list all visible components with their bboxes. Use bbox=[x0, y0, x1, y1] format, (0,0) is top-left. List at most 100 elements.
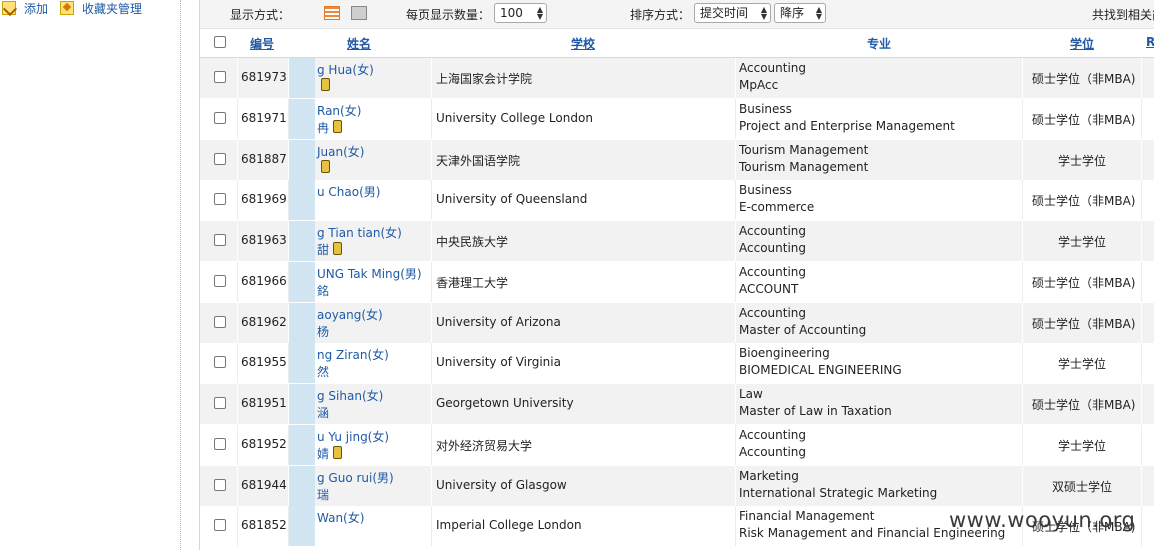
major-field: Accounting bbox=[739, 224, 807, 238]
major-program: International Strategic Marketing bbox=[739, 485, 938, 500]
applicant-name-link[interactable]: u Chao(男) bbox=[317, 183, 380, 200]
major-field: Accounting bbox=[739, 61, 807, 75]
row-id: 681952 bbox=[241, 436, 287, 451]
applicant-name-link[interactable]: UNG Tak Ming(男) bbox=[317, 265, 422, 282]
applicant-name-en: Juan(女) bbox=[317, 144, 365, 159]
add-link[interactable]: 添加 bbox=[2, 0, 48, 16]
per-page-select[interactable]: 100 ▲ ▼ bbox=[494, 3, 547, 23]
table-row[interactable]: 681951 g Sihan(女) 涵 Georgetown University La… bbox=[200, 384, 1154, 425]
column-divider bbox=[237, 261, 238, 302]
column-header-degree[interactable]: 学位 bbox=[1070, 35, 1094, 52]
list-view-icon[interactable] bbox=[324, 6, 340, 20]
degree-type: 学士学位 bbox=[1057, 153, 1106, 168]
row-checkbox[interactable] bbox=[214, 234, 226, 246]
major-program: Tourism Management bbox=[739, 159, 869, 174]
row-checkbox[interactable] bbox=[214, 111, 226, 124]
applicant-name-en: u Chao(男) bbox=[317, 185, 381, 200]
privacy-blur-mask bbox=[289, 424, 315, 465]
applicant-name-zh-line[interactable] bbox=[317, 159, 330, 175]
attachment-icon[interactable] bbox=[333, 119, 343, 133]
applicant-name-link[interactable]: Ran(女) bbox=[317, 102, 361, 119]
table-row[interactable]: 681887 Juan(女) 天津外国语学院 Tourism Management To… bbox=[200, 139, 1154, 181]
column-header-extra[interactable]: R bbox=[1146, 35, 1154, 49]
add-icon bbox=[2, 1, 16, 15]
applicant-name-zh-line[interactable]: 銘 bbox=[317, 282, 329, 299]
privacy-blur-mask bbox=[289, 302, 315, 343]
column-divider bbox=[1141, 506, 1142, 547]
row-id: 681969 bbox=[241, 192, 287, 207]
column-divider bbox=[431, 139, 432, 180]
attachment-icon[interactable] bbox=[333, 242, 343, 255]
applicant-name-link[interactable]: g Hua(女) bbox=[317, 61, 374, 78]
privacy-blur-mask bbox=[289, 384, 315, 424]
sidebar: 添加 收藏夹管理 bbox=[0, 0, 181, 550]
applicant-name-link[interactable]: u Yu jing(女) bbox=[317, 428, 389, 445]
row-checkbox[interactable] bbox=[214, 193, 226, 206]
sort-order-select[interactable]: 降序 ▲ ▼ bbox=[774, 3, 826, 23]
row-checkbox[interactable] bbox=[214, 71, 226, 83]
table-row[interactable]: 681944 g Guo rui(男) 瑞 University of Glasgow… bbox=[200, 465, 1154, 507]
applicant-name-link[interactable]: Juan(女) bbox=[317, 143, 364, 160]
sort-field-select[interactable]: 提交时间 ▲ ▼ bbox=[694, 3, 771, 23]
row-checkbox[interactable] bbox=[214, 356, 226, 369]
applicant-name-zh-line[interactable] bbox=[317, 78, 330, 93]
applicant-name-zh-line[interactable]: 涵 bbox=[317, 404, 329, 421]
sort-field-value: 提交时间 bbox=[700, 6, 749, 20]
applicant-name-zh-line[interactable]: 杨 bbox=[317, 323, 329, 340]
column-header-school[interactable]: 学校 bbox=[571, 35, 595, 52]
column-divider bbox=[1022, 221, 1023, 261]
applicant-name-link[interactable]: g Tian tian(女) bbox=[317, 224, 402, 241]
attachment-icon[interactable] bbox=[321, 78, 330, 91]
degree-type: 硕士学位（非MBA) bbox=[1032, 316, 1136, 331]
major-field: Law bbox=[739, 387, 763, 401]
major-program: Master of Accounting bbox=[739, 322, 867, 337]
school-name: 天津外国语学院 bbox=[436, 153, 521, 168]
column-divider bbox=[237, 424, 238, 465]
table-row[interactable]: 681969 u Chao(男) University of Queensland B… bbox=[200, 180, 1154, 222]
row-checkbox[interactable] bbox=[214, 437, 226, 450]
applicant-name-link[interactable]: g Sihan(女) bbox=[317, 387, 383, 404]
applicant-name-en: g Tian tian(女) bbox=[317, 226, 402, 240]
row-checkbox[interactable] bbox=[214, 519, 226, 532]
row-checkbox[interactable] bbox=[214, 397, 226, 409]
table-row[interactable]: 681955 ng Ziran(女) 然 University of Virginia… bbox=[200, 343, 1154, 385]
table-row[interactable]: 681971 Ran(女) 冉 University College London Bu… bbox=[200, 98, 1154, 140]
column-divider bbox=[1022, 424, 1023, 465]
applicant-name-link[interactable]: g Guo rui(男) bbox=[317, 469, 394, 486]
applicant-name-zh-line[interactable]: 瑞 bbox=[317, 486, 329, 503]
table-row[interactable]: 681952 u Yu jing(女) 婧 对外经济贸易大学 Accounting Acc… bbox=[200, 424, 1154, 466]
column-divider bbox=[735, 506, 736, 547]
applicant-name-link[interactable]: ng Ziran(女) bbox=[317, 346, 389, 363]
applicant-name-zh-line[interactable]: 婧 bbox=[317, 445, 343, 462]
results-count-label: 共找到相关简 bbox=[1092, 8, 1154, 22]
degree-type: 学士学位 bbox=[1057, 438, 1106, 453]
table-row[interactable]: 681962 aoyang(女) 杨 University of Arizona Acc… bbox=[200, 302, 1154, 344]
attachment-icon[interactable] bbox=[321, 159, 330, 173]
row-checkbox[interactable] bbox=[214, 478, 226, 491]
column-divider bbox=[431, 384, 432, 424]
row-checkbox[interactable] bbox=[214, 315, 226, 328]
table-row[interactable]: 681963 g Tian tian(女) 甜 中央民族大学 Accounting Acc… bbox=[200, 221, 1154, 262]
major-field: Financial Management bbox=[739, 509, 875, 524]
table-row[interactable]: 681966 UNG Tak Ming(男) 銘 香港理工大学 Accounting AC… bbox=[200, 261, 1154, 303]
applicant-name-zh-line[interactable]: 甜 bbox=[317, 241, 343, 258]
favorites-label: 收藏夹管理 bbox=[82, 1, 143, 16]
favorites-manage-link[interactable]: 收藏夹管理 bbox=[60, 0, 142, 16]
row-checkbox[interactable] bbox=[214, 274, 226, 287]
applicant-name-link[interactable]: Wan(女) bbox=[317, 509, 364, 526]
table-row[interactable]: 681973 g Hua(女) 上海国家会计学院 Accounting MpAcc 硕士学… bbox=[200, 58, 1154, 99]
school-name: University of Queensland bbox=[436, 192, 588, 207]
select-all-checkbox[interactable] bbox=[214, 36, 226, 48]
privacy-blur-mask bbox=[289, 261, 315, 302]
attachment-icon[interactable] bbox=[333, 445, 343, 459]
grid-view-icon[interactable] bbox=[351, 6, 367, 20]
row-checkbox[interactable] bbox=[214, 152, 226, 165]
column-header-name[interactable]: 姓名 bbox=[347, 35, 371, 52]
applicant-name-link[interactable]: aoyang(女) bbox=[317, 306, 383, 323]
column-divider bbox=[1022, 302, 1023, 343]
applicant-name-zh: 甜 bbox=[317, 243, 330, 257]
applicant-name-zh-line[interactable]: 然 bbox=[317, 363, 329, 380]
column-header-id[interactable]: 编号 bbox=[250, 35, 274, 52]
applicant-name-zh-line[interactable]: 冉 bbox=[317, 119, 343, 136]
degree-type: 硕士学位（非MBA) bbox=[1032, 194, 1136, 209]
